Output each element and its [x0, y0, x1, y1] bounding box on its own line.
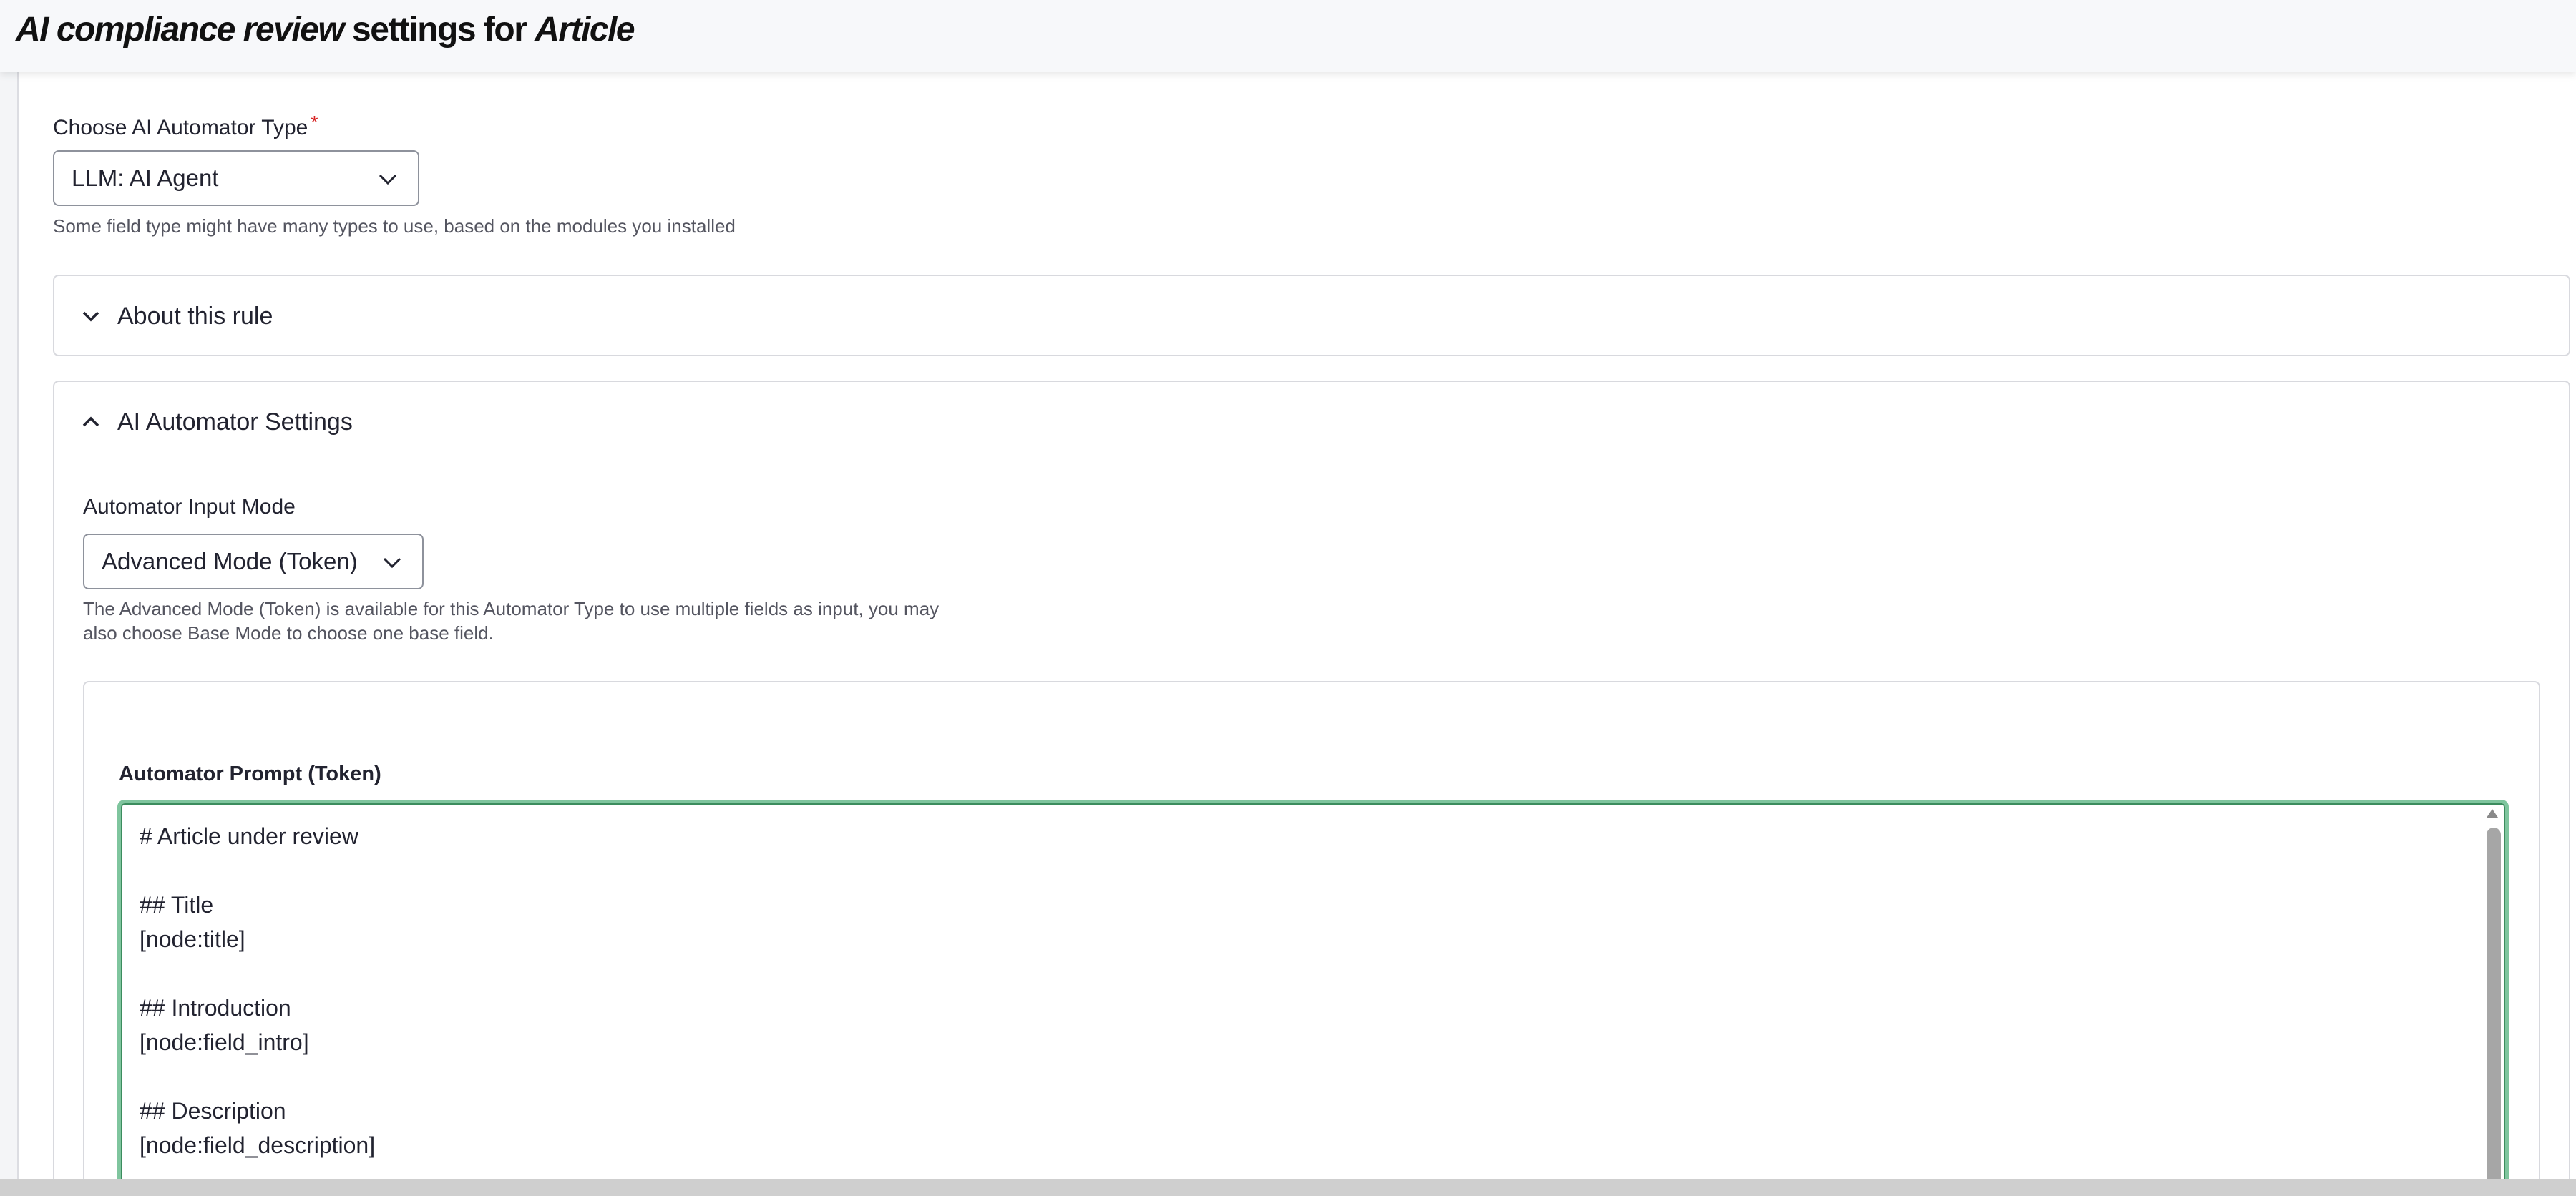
chevron-down-icon [82, 311, 99, 322]
about-rule-summary-label: About this rule [117, 302, 273, 330]
prompt-text: # Article under review ## Title [node:ti… [140, 823, 376, 1158]
input-mode-label: Automator Input Mode [83, 495, 296, 519]
automator-settings-summary[interactable]: AI Automator Settings [79, 408, 353, 436]
page-title: AI compliance review settings for Articl… [16, 10, 635, 50]
scroll-up-arrow-icon[interactable] [2487, 809, 2498, 818]
automator-type-label-text: Choose AI Automator Type [53, 116, 308, 139]
automator-settings-summary-label: AI Automator Settings [117, 408, 353, 436]
required-marker: * [311, 112, 318, 133]
textarea-scrollbar[interactable] [2487, 828, 2501, 1196]
page-header: AI compliance review settings for Articl… [0, 0, 2576, 72]
page: AI compliance review settings for Articl… [0, 0, 2576, 1196]
input-mode-select[interactable]: Advanced Mode (Token) [83, 534, 424, 589]
page-title-part1: AI compliance review [16, 11, 345, 49]
input-mode-description: The Advanced Mode (Token) is available f… [83, 597, 939, 645]
about-rule-summary[interactable]: About this rule [79, 302, 273, 330]
left-gutter [0, 0, 19, 1196]
chevron-down-icon [383, 557, 401, 569]
page-title-part3: Article [535, 11, 635, 49]
input-mode-description-line2: also choose Base Mode to choose one base… [83, 622, 494, 644]
prompt-label: Automator Prompt (Token) [119, 763, 381, 785]
automator-type-description: Some field type might have many types to… [53, 215, 736, 237]
automator-type-select[interactable]: LLM: AI Agent [53, 150, 419, 206]
automator-type-select-value: LLM: AI Agent [72, 165, 219, 191]
automator-type-label: Choose AI Automator Type * [53, 112, 318, 140]
input-mode-select-value: Advanced Mode (Token) [102, 548, 358, 574]
chevron-up-icon [82, 416, 99, 427]
input-mode-description-line1: The Advanced Mode (Token) is available f… [83, 598, 940, 619]
chevron-down-icon [379, 174, 397, 185]
page-title-part2: settings for [343, 11, 535, 49]
prompt-textarea[interactable]: # Article under review ## Title [node:ti… [117, 800, 2509, 1196]
about-rule-details: About this rule [53, 275, 2570, 356]
horizontal-scrollbar[interactable] [0, 1179, 2576, 1196]
